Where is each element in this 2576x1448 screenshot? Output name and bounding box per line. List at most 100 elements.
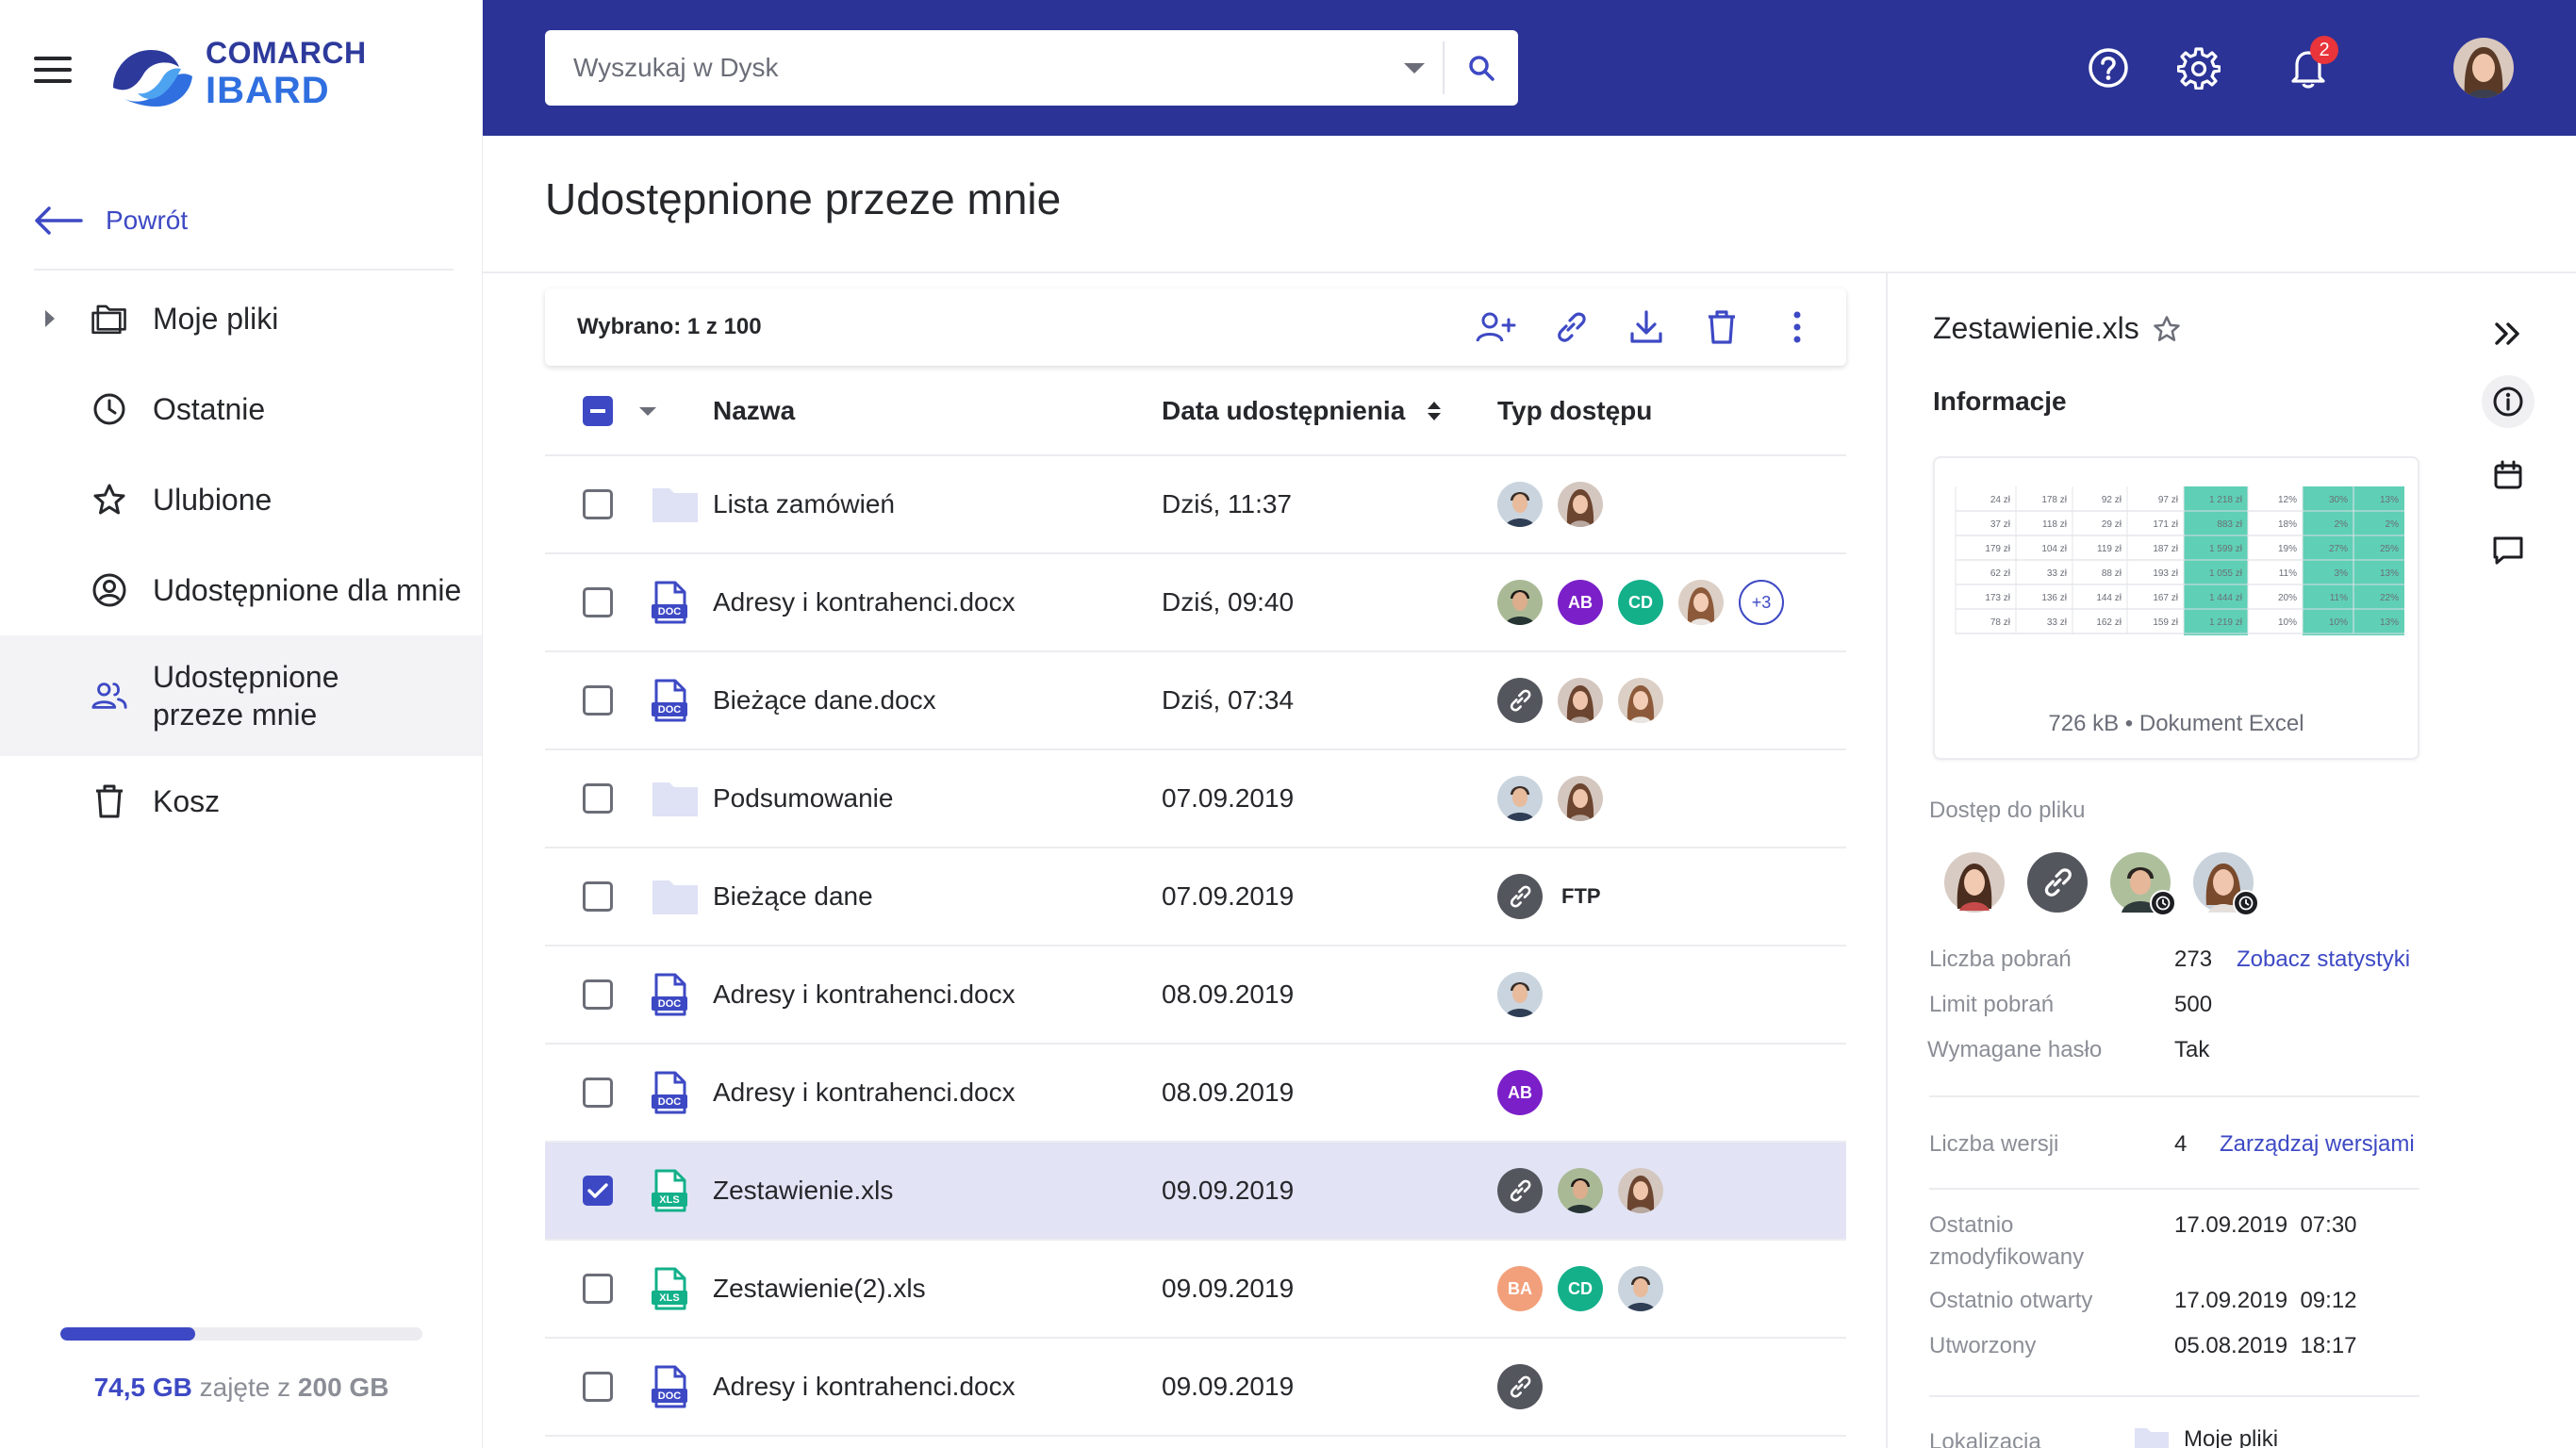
folder-icon [2135,1428,2169,1448]
user-avatar[interactable] [1558,1168,1603,1213]
sidebar-item-trash[interactable]: Kosz [0,756,482,847]
column-header-name[interactable]: Nazwa [713,396,1162,426]
link-icon[interactable] [1497,1364,1543,1409]
sheet-cell: 19% [2278,544,2297,554]
file-name[interactable]: Adresy i kontrahenci.docx [713,979,1162,1010]
activity-tab[interactable] [2482,449,2535,502]
more-users-badge[interactable]: +3 [1739,580,1784,625]
link-icon[interactable] [1497,678,1543,723]
user-avatar[interactable] [1678,580,1724,625]
select-menu-caret-icon[interactable] [639,406,656,416]
select-all-checkbox[interactable] [583,396,613,426]
row-checkbox[interactable] [583,587,613,617]
hamburger-menu-icon[interactable] [34,57,72,83]
more-actions-button[interactable] [1771,301,1824,354]
sidebar-item-shared-by-me[interactable]: Udostępnione przeze mnie [0,635,482,756]
user-avatar[interactable] [1618,678,1663,723]
file-size: 726 kB [2048,711,2120,736]
notifications-button[interactable]: 2 [2282,36,2338,94]
file-name[interactable]: Adresy i kontrahenci.docx [713,1078,1162,1108]
access-avatar-expiring[interactable] [2110,852,2176,916]
table-row[interactable]: DOC Adresy i kontrahenci.docx Dziś, 09:40 A… [545,554,1846,652]
file-name[interactable]: Adresy i kontrahenci.docx [713,1372,1162,1402]
user-avatar[interactable] [2453,38,2514,98]
share-link-button[interactable] [1544,301,1597,354]
view-statistics-link[interactable]: Zobacz statystyki [2237,946,2410,973]
table-row[interactable]: DOC Adresy i kontrahenci.docx 08.09.2019 [545,946,1846,1045]
access-avatar-expiring[interactable] [2193,852,2259,916]
expand-caret-icon[interactable] [45,310,55,327]
location-label: Lokalizacja [1929,1429,2041,1448]
row-checkbox[interactable] [583,783,613,814]
file-name[interactable]: Lista zamówień [713,489,1162,519]
initials-avatar[interactable]: BA [1497,1266,1543,1311]
logo[interactable]: COMARCH IBARD [109,38,367,109]
user-avatar[interactable] [1558,482,1603,527]
column-header-date[interactable]: Data udostępnienia [1162,396,1497,426]
file-name[interactable]: Zestawienie(2).xls [713,1274,1162,1304]
sidebar-item-my-files[interactable]: Moje pliki [0,273,482,364]
sheet-cell: 22% [2380,593,2399,603]
sidebar-item-shared-with-me[interactable]: Udostępnione dla mnie [0,545,482,635]
row-checkbox[interactable] [583,489,613,519]
help-button[interactable] [2082,41,2135,94]
file-thumbnail[interactable]: 24 zł 178 zł 92 zł 97 zł 1 218 zł 12% 30% 13% 37… [1933,456,2419,760]
search-button[interactable] [1445,30,1518,106]
comments-tab[interactable] [2482,524,2535,577]
table-row[interactable]: DOC Adresy i kontrahenci.docx 08.09.2019 AB [545,1045,1846,1143]
row-checkbox[interactable] [583,1176,613,1206]
sheet-cell: 10% [2278,617,2297,628]
row-checkbox[interactable] [583,1274,613,1304]
initials-avatar[interactable]: CD [1618,580,1663,625]
versions-label: Liczba wersji [1929,1131,2059,1157]
row-checkbox[interactable] [583,685,613,716]
row-checkbox[interactable] [583,1372,613,1402]
star-icon[interactable] [2153,315,2181,343]
user-avatar[interactable] [1497,580,1543,625]
search-input[interactable] [545,30,1386,106]
user-avatar[interactable] [1558,678,1603,723]
back-link[interactable]: Powrót [34,206,188,236]
user-avatar[interactable] [1497,972,1543,1017]
table-row[interactable]: XLS Zestawienie.xls 09.09.2019 [545,1143,1846,1241]
access-avatar[interactable] [1944,852,2005,913]
link-icon[interactable] [1497,1168,1543,1213]
collapse-panel-button[interactable] [2482,307,2535,360]
file-name[interactable]: Bieżące dane.docx [713,685,1162,716]
table-row[interactable]: Lista zamówień Dziś, 11:37 [545,456,1846,554]
sidebar-item-favorites[interactable]: Ulubione [0,454,482,545]
delete-button[interactable] [1695,301,1748,354]
access-link[interactable] [2027,852,2088,913]
table-row[interactable]: DOC Adresy i kontrahenci.docx 09.09.2019 [545,1339,1846,1437]
row-checkbox[interactable] [583,1078,613,1108]
initials-avatar[interactable]: CD [1558,1266,1603,1311]
manage-versions-link[interactable]: Zarządzaj wersjami [2220,1131,2415,1158]
row-checkbox[interactable] [583,979,613,1010]
download-button[interactable] [1620,301,1673,354]
link-icon[interactable] [1497,874,1543,919]
file-name[interactable]: Podsumowanie [713,783,1162,814]
initials-avatar[interactable]: AB [1558,580,1603,625]
user-avatar[interactable] [1558,776,1603,821]
location-value[interactable]: Moje pliki [2133,1425,2278,1448]
user-avatar[interactable] [1618,1168,1663,1213]
user-avatar[interactable] [1497,482,1543,527]
file-name[interactable]: Bieżące dane [713,881,1162,912]
table-row[interactable]: DOC Bieżące dane.docx Dziś, 07:34 [545,652,1846,750]
table-row[interactable]: Bieżące dane 07.09.2019 FTP [545,848,1846,946]
file-name[interactable]: Zestawienie.xls [713,1176,1162,1206]
sidebar-item-recent[interactable]: Ostatnie [0,364,482,454]
file-name[interactable]: Adresy i kontrahenci.docx [713,587,1162,617]
initials-avatar[interactable]: AB [1497,1070,1543,1115]
info-tab[interactable] [2482,375,2535,428]
file-type: Dokument Excel [2138,711,2304,736]
row-checkbox[interactable] [583,881,613,912]
sheet-cell: 1 219 zł [2209,617,2243,628]
table-row[interactable]: Podsumowanie 07.09.2019 [545,750,1846,848]
table-row[interactable]: XLS Zestawienie(2).xls 09.09.2019 BA CD [545,1241,1846,1339]
share-with-user-button[interactable] [1469,301,1522,354]
user-avatar[interactable] [1618,1266,1663,1311]
user-avatar[interactable] [1497,776,1543,821]
settings-button[interactable] [2172,41,2225,94]
search-scope-dropdown[interactable] [1386,30,1443,106]
